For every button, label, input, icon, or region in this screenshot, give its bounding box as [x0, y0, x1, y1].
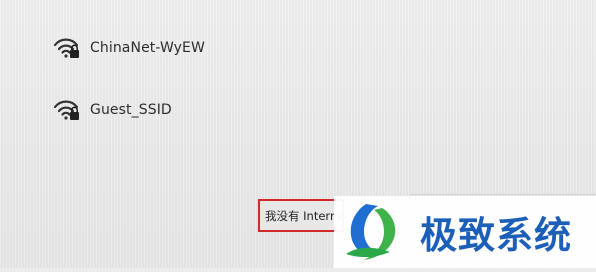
network-name: Guest_SSID — [90, 102, 172, 118]
watermark-text: 极致系统 — [420, 214, 572, 257]
network-item-chinanet[interactable]: ChinaNet-WyEW — [52, 35, 205, 61]
network-item-guest[interactable]: Guest_SSID — [52, 97, 172, 123]
watermark: 极致系统 — [334, 196, 596, 268]
no-internet-button[interactable]: 我没有 Internet — [258, 199, 344, 232]
no-internet-label: 我没有 Internet — [265, 208, 344, 223]
dragon-logo-icon — [334, 196, 414, 268]
divider — [410, 194, 596, 195]
network-selection-screen: ChinaNet-WyEW Guest_SSID 我没有 Internet 极致… — [0, 0, 596, 268]
wifi-lock-icon — [52, 35, 82, 61]
wifi-lock-icon — [52, 97, 82, 123]
network-name: ChinaNet-WyEW — [90, 40, 205, 56]
